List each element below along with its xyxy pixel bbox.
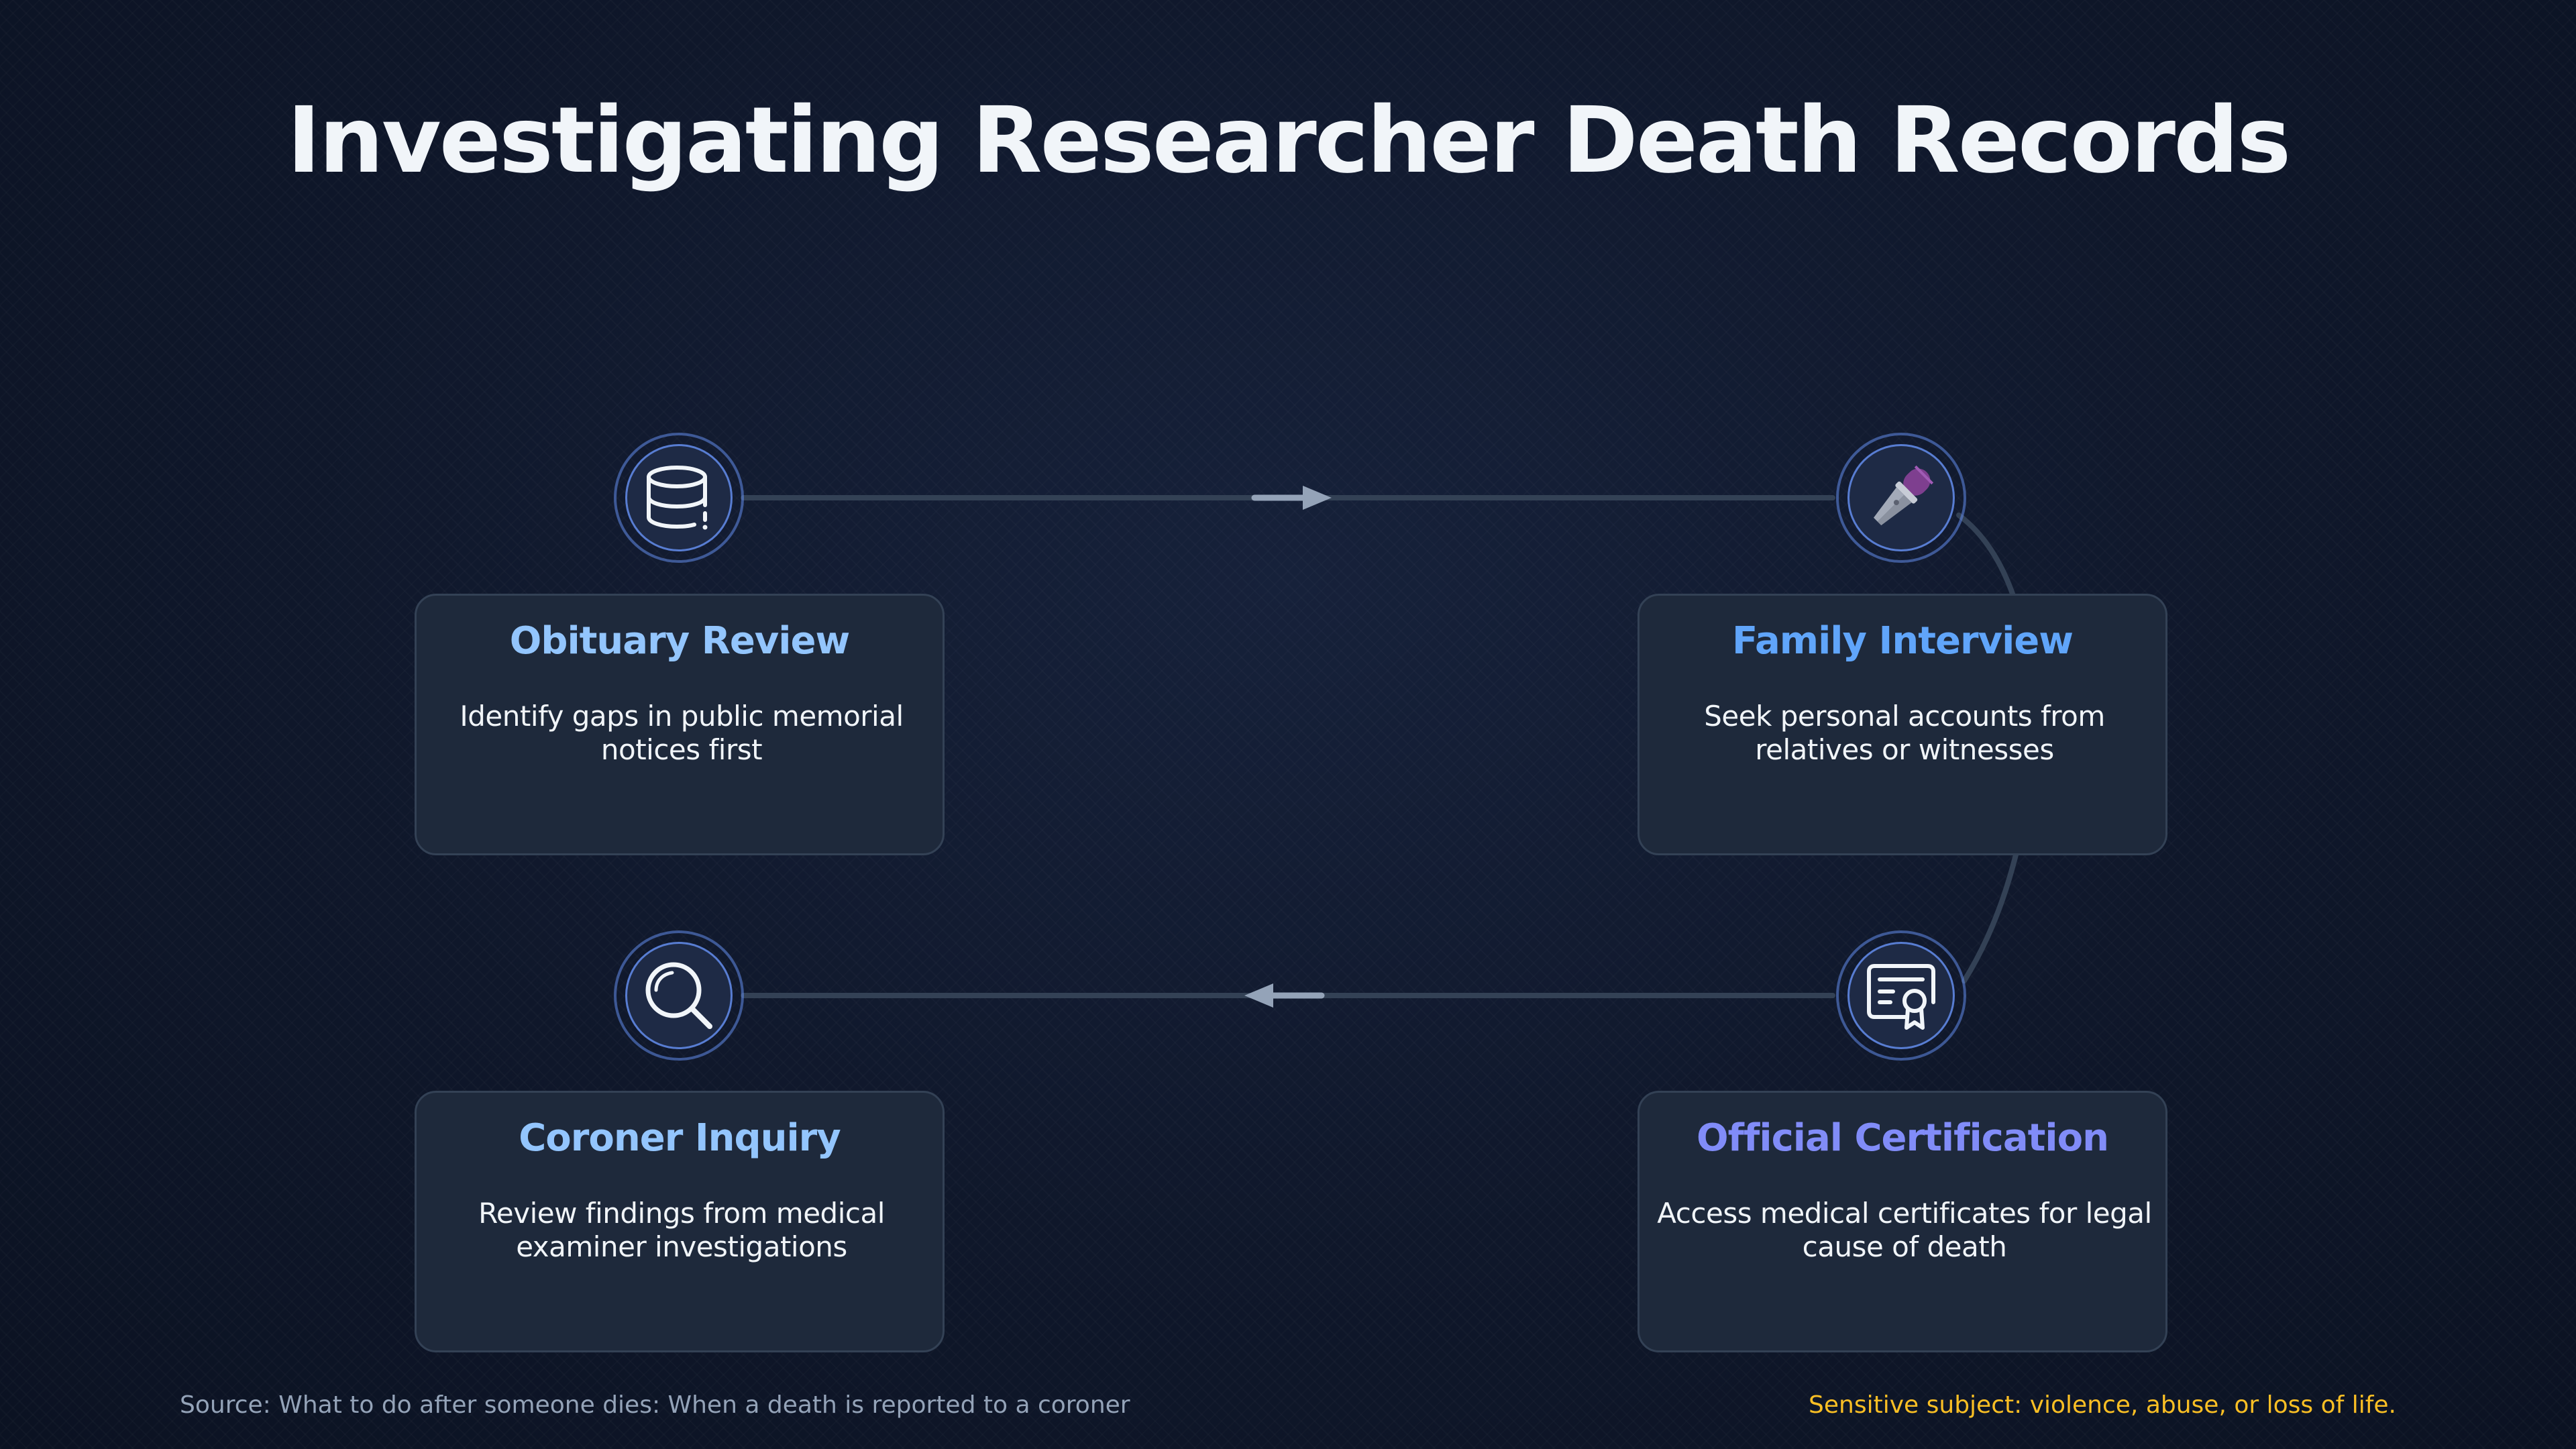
card-description: Access medical certificates for legal ca…: [1657, 1197, 2152, 1263]
card-title: Obituary Review: [509, 619, 850, 663]
arrow-left-icon: [1244, 983, 1325, 1008]
magnifier-icon: [645, 962, 712, 1029]
card-description: Identify gaps in public memorial notices…: [460, 700, 904, 766]
node-official-certification: [1836, 930, 1966, 1061]
microphone-icon: [1873, 465, 1934, 526]
arrow-right-icon: [1251, 486, 1332, 510]
certificate-icon: [1867, 964, 1935, 1030]
node-obituary-review: [614, 433, 744, 563]
card-title: Family Interview: [1732, 619, 2074, 663]
card-family-interview: Family Interview Seek personal accounts …: [1638, 594, 2167, 855]
card-official-certification: Official Certification Access medical ce…: [1638, 1091, 2167, 1352]
card-title: Coroner Inquiry: [519, 1116, 841, 1160]
card-coroner-inquiry: Coroner Inquiry Review findings from med…: [415, 1091, 945, 1352]
source-note: Source: What to do after someone dies: W…: [180, 1391, 1130, 1419]
node-coroner-inquiry: [614, 930, 744, 1061]
card-description: Review findings from medical examiner in…: [478, 1197, 885, 1263]
flow-connectors: [741, 486, 2035, 1008]
database-icon: [647, 466, 708, 530]
card-description: Seek personal accounts from relatives or…: [1704, 700, 2105, 766]
card-title: Official Certification: [1697, 1116, 2109, 1160]
sensitive-warning: Sensitive subject: violence, abuse, or l…: [1809, 1391, 2396, 1419]
node-family-interview: [1836, 433, 1966, 563]
card-obituary-review: Obituary Review Identify gaps in public …: [415, 594, 945, 855]
